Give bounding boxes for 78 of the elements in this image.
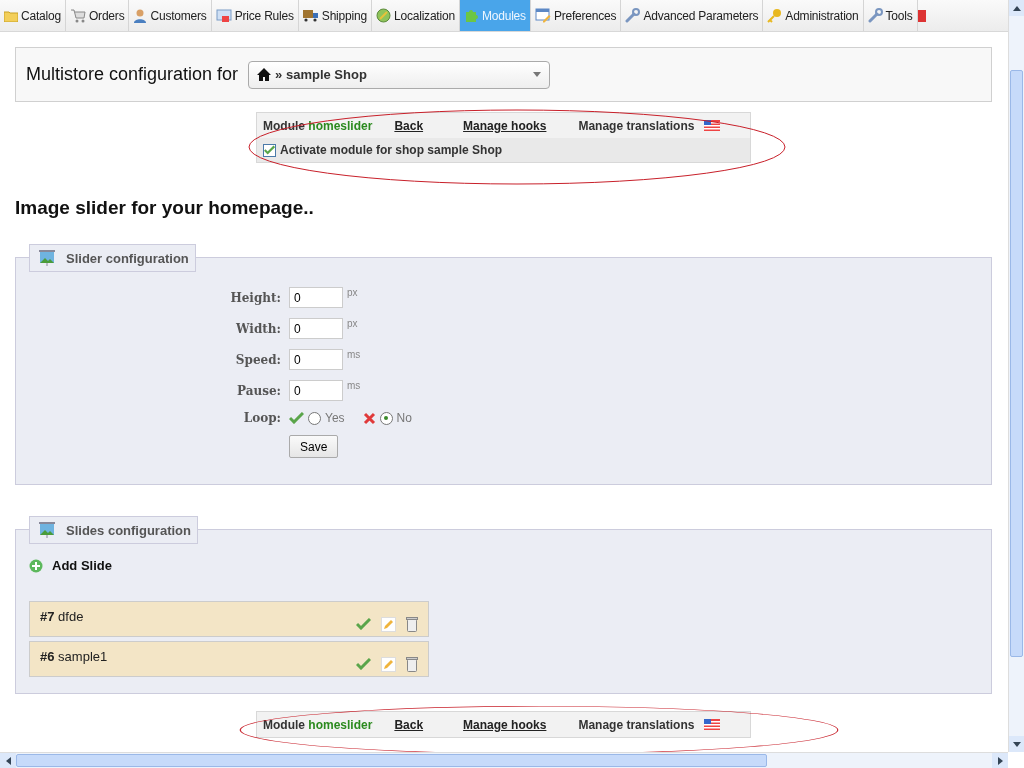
manage-translations-label: Manage translations	[578, 717, 695, 732]
legend-title: Slides configuration	[66, 522, 191, 538]
down-arrow-icon[interactable]	[1013, 741, 1021, 747]
check-icon[interactable]	[356, 658, 371, 670]
manage-translations-label: Manage translations	[578, 118, 695, 133]
save-button[interactable]: Save	[289, 435, 339, 458]
activate-checkbox[interactable]	[263, 143, 276, 157]
up-arrow-icon[interactable]	[1013, 5, 1021, 11]
nav-tab[interactable]: Advanced Parameters	[621, 0, 764, 31]
trash-icon[interactable]	[406, 656, 418, 672]
tab-icon[interactable]	[917, 9, 926, 22]
nav-tab[interactable]: Customers	[129, 0, 212, 31]
globe-icon	[375, 8, 391, 23]
nav-tab[interactable]: Administration	[763, 0, 864, 31]
field-label: Speed:	[234, 352, 281, 367]
key-icon	[767, 8, 783, 23]
slideshow-icon	[38, 249, 56, 267]
caret-icon	[533, 72, 542, 77]
nav-tab[interactable]: Localization	[371, 0, 460, 31]
nav-tab[interactable]: Shipping	[298, 0, 372, 31]
number-field[interactable]: 0	[289, 318, 343, 339]
wrench-icon	[867, 8, 883, 23]
radio-label: Yes	[325, 411, 345, 425]
unit-label: px	[347, 318, 358, 329]
manage-hooks-link[interactable]: Manage hooks	[463, 717, 547, 732]
slideshow-icon	[38, 521, 56, 539]
right-arrow-icon[interactable]	[997, 757, 1003, 765]
legend-title: Slider configuration	[66, 250, 189, 266]
home-icon	[257, 68, 272, 81]
field-label: Width:	[235, 321, 281, 336]
nav-tab[interactable]: Tools	[863, 0, 918, 31]
cart-icon	[69, 8, 86, 23]
number-field[interactable]: 0	[289, 349, 343, 370]
back-link[interactable]: Back	[394, 717, 424, 732]
field-label: Loop:	[242, 411, 281, 425]
nav-tab[interactable]: Catalog	[0, 0, 66, 31]
puzzle-icon	[463, 8, 479, 23]
vertical-scrollbar[interactable]	[1008, 0, 1024, 752]
flag-icon[interactable]	[704, 120, 721, 131]
radio-button[interactable]	[379, 411, 393, 425]
wrench-icon	[625, 8, 641, 23]
trash-icon[interactable]	[406, 616, 418, 632]
plus-circle-icon	[29, 558, 43, 573]
slide-title: #7 dfde	[40, 608, 85, 624]
back-link[interactable]: Back	[394, 118, 424, 133]
add-slide-link[interactable]: Add Slide	[29, 558, 991, 573]
number-field[interactable]: 0	[289, 380, 343, 401]
number-field[interactable]: 0	[289, 287, 343, 308]
flag-icon[interactable]	[704, 719, 721, 730]
nav-tab[interactable]: Preferences	[530, 0, 622, 31]
field-label: Height:	[229, 290, 281, 305]
activate-label: Activate module for shop sample Shop	[280, 143, 503, 157]
window-pencil-icon	[534, 8, 551, 23]
check-icon	[289, 412, 304, 424]
nav-tab[interactable]: Price Rules	[211, 0, 299, 31]
unit-label: ms	[347, 349, 361, 360]
unit-label: ms	[347, 380, 361, 391]
module-name-label: Module homeslider	[263, 118, 373, 133]
radio-button[interactable]	[308, 411, 321, 425]
horizontal-scrollbar[interactable]	[0, 752, 1008, 768]
price-tag-icon	[215, 8, 232, 23]
shop-dropdown[interactable]: » sample Shop	[248, 60, 551, 89]
page-heading: Image slider for your homepage..	[15, 197, 315, 219]
checkmark-icon	[264, 144, 275, 156]
module-name-label: Module homeslider	[263, 717, 373, 732]
folder-icon	[4, 9, 18, 22]
cross-icon	[362, 411, 376, 425]
person-icon	[133, 8, 148, 23]
nav-tab[interactable]: Orders	[65, 0, 130, 31]
manage-hooks-link[interactable]: Manage hooks	[463, 118, 547, 133]
field-label: Pause:	[235, 383, 281, 398]
multistore-label: Multistore configuration for	[26, 64, 239, 85]
check-icon[interactable]	[356, 618, 371, 630]
radio-label: No	[396, 411, 412, 425]
truck-icon	[302, 9, 319, 22]
slide-title: #6 sample1	[40, 648, 109, 664]
left-arrow-icon[interactable]	[5, 757, 11, 765]
unit-label: px	[347, 287, 358, 298]
